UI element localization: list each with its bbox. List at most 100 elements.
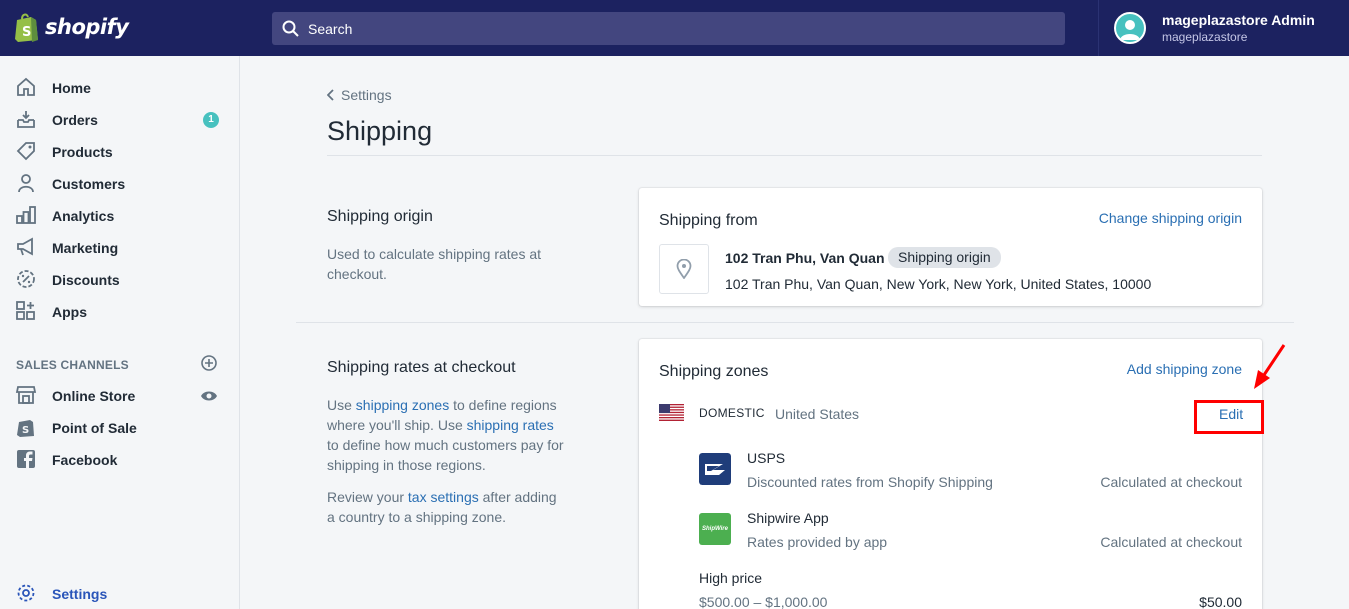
title-divider (327, 155, 1262, 156)
shipping-origin-badge: Shipping origin (888, 247, 1001, 268)
sidebar-item-facebook[interactable]: Facebook (0, 444, 240, 476)
sidebar-item-label: Facebook (52, 452, 118, 468)
sidebar-item-label: Orders (52, 112, 98, 128)
sidebar-item-analytics[interactable]: Analytics (0, 200, 240, 232)
shopify-logo[interactable]: S shopify (14, 12, 129, 42)
svg-text:S: S (22, 25, 31, 40)
person-icon (18, 174, 34, 193)
section-description-shipping-origin: Used to calculate shipping rates at chec… (327, 246, 542, 282)
sidebar-item-point-of-sale[interactable]: S Point of Sale (0, 412, 240, 444)
sidebar-item-customers[interactable]: Customers (0, 168, 240, 200)
shipwire-logo-text: ShipWire (702, 526, 728, 532)
shipping-zones-link[interactable]: shipping zones (356, 397, 449, 413)
gear-icon (17, 584, 35, 602)
breadcrumb-label: Settings (341, 87, 392, 103)
store-icon (15, 386, 37, 404)
sidebar-item-label: Point of Sale (52, 420, 137, 436)
sidebar-item-online-store[interactable]: Online Store (0, 380, 240, 412)
sidebar-item-settings[interactable]: Settings (0, 578, 240, 609)
origin-address-full: 102 Tran Phu, Van Quan, New York, New Yo… (725, 276, 1152, 292)
rate-description: Rates provided by app (747, 534, 888, 550)
desc-text: to define how much customers pay for shi… (327, 437, 564, 473)
megaphone-icon (17, 237, 33, 256)
sidebar-item-apps[interactable]: Apps (0, 296, 240, 328)
svg-text:S: S (22, 425, 29, 436)
section-divider (296, 322, 1294, 323)
sidebar-item-label: Apps (52, 304, 87, 320)
zone-country: United States (775, 406, 860, 422)
orders-icon (17, 111, 35, 128)
chevron-left-icon (327, 89, 334, 101)
user-store: mageplazastore (1162, 30, 1248, 44)
desc-text: Use (327, 397, 356, 413)
usps-logo (699, 453, 731, 485)
price-rate-value: $50.00 (1199, 594, 1242, 609)
user-avatar-icon (1120, 20, 1140, 40)
section-description-shipping-rates: Use shipping zones to define regions whe… (327, 395, 567, 475)
add-circle-icon[interactable] (200, 354, 218, 372)
bar-chart-icon (16, 206, 36, 224)
card-title: Shipping from (659, 212, 758, 229)
sidebar-item-label: Products (52, 144, 113, 160)
discount-icon (17, 270, 35, 288)
facebook-icon (17, 450, 35, 468)
us-flag-icon (659, 404, 684, 421)
card-title: Shipping zones (659, 363, 769, 380)
sidebar: Home Orders 1 Products Customers Analyti… (0, 56, 240, 609)
brand-name: shopify (45, 15, 129, 39)
desc-text: Review your (327, 489, 408, 505)
section-description-tax: Review your tax settings after adding a … (327, 487, 567, 527)
shopify-bag-icon: S (15, 13, 38, 42)
rate-value: Calculated at checkout (1100, 534, 1242, 550)
sidebar-item-discounts[interactable]: Discounts (0, 264, 240, 296)
topbar-divider (1098, 0, 1099, 56)
search-icon (282, 20, 299, 37)
shipwire-logo: ShipWire (699, 513, 731, 545)
add-shipping-zone-link[interactable]: Add shipping zone (1127, 361, 1242, 377)
page-title: Shipping (327, 116, 433, 146)
section-title-shipping-rates: Shipping rates at checkout (327, 359, 516, 376)
sidebar-item-marketing[interactable]: Marketing (0, 232, 240, 264)
price-rate-range: $500.00 – $1,000.00 (699, 594, 828, 609)
red-arrow-annotation (1254, 344, 1286, 389)
location-box (659, 244, 709, 294)
shopify-bag-icon: S (17, 420, 34, 437)
home-icon (17, 77, 35, 96)
apps-icon (16, 301, 35, 320)
eye-icon[interactable] (200, 390, 218, 402)
tag-icon (16, 142, 35, 161)
sidebar-item-label: Home (52, 80, 91, 96)
zone-name: DOMESTIC (699, 406, 765, 420)
avatar[interactable] (1114, 12, 1146, 44)
rate-name: USPS (747, 450, 786, 466)
breadcrumb[interactable]: Settings (327, 87, 392, 103)
section-title-shipping-origin: Shipping origin (327, 208, 433, 225)
rate-description: Discounted rates from Shopify Shipping (747, 474, 993, 490)
origin-address-name: 102 Tran Phu, Van Quan (725, 250, 885, 266)
search-bar[interactable]: Search (272, 12, 1065, 45)
change-shipping-origin-link[interactable]: Change shipping origin (1099, 210, 1242, 226)
sidebar-item-label: Discounts (52, 272, 120, 288)
shipping-rates-link[interactable]: shipping rates (467, 417, 554, 433)
sidebar-item-home[interactable]: Home (0, 72, 240, 104)
sidebar-item-orders[interactable]: Orders 1 (0, 104, 240, 136)
sidebar-item-label: Customers (52, 176, 126, 192)
search-input[interactable]: Search (308, 21, 352, 37)
orders-count-badge: 1 (203, 112, 219, 128)
sidebar-item-products[interactable]: Products (0, 136, 240, 168)
sidebar-item-label: Marketing (52, 240, 119, 256)
sidebar-item-label: Online Store (52, 388, 136, 404)
price-rate-name: High price (699, 570, 763, 586)
sidebar-item-label: Settings (52, 586, 108, 602)
shipping-from-card: Shipping from Change shipping origin 102… (639, 188, 1262, 306)
edit-highlight-box (1194, 400, 1264, 434)
rate-name: Shipwire App (747, 510, 829, 526)
top-bar: S shopify Search mageplazastore Admin ma… (0, 0, 1349, 56)
shipping-zones-card: Shipping zones Add shipping zone DOMESTI… (639, 339, 1262, 609)
user-name[interactable]: mageplazastore Admin (1162, 12, 1315, 28)
rate-value: Calculated at checkout (1100, 474, 1242, 490)
tax-settings-link[interactable]: tax settings (408, 489, 479, 505)
sidebar-item-label: Analytics (52, 208, 115, 224)
location-pin-icon (676, 259, 692, 279)
sales-channels-heading: SALES CHANNELS (16, 358, 129, 372)
